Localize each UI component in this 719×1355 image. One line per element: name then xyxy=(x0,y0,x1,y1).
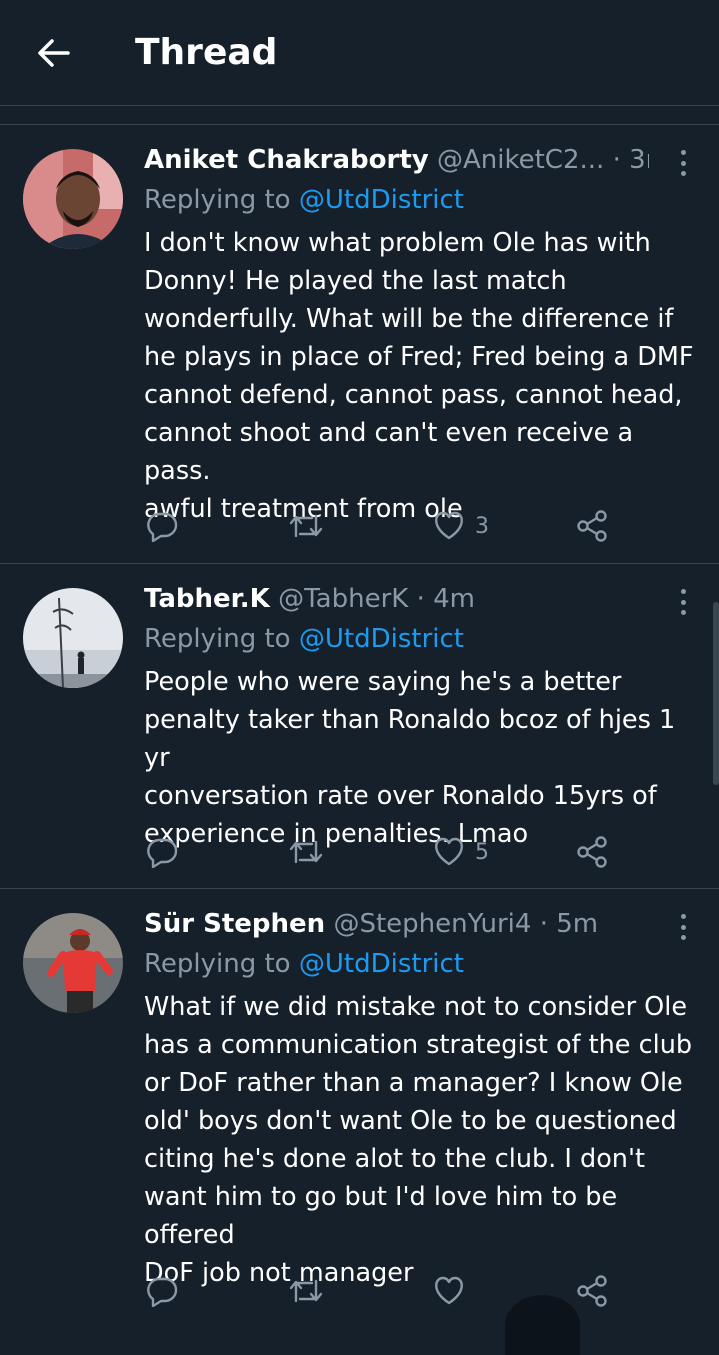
reply-button[interactable] xyxy=(146,832,178,872)
tweet-text: I don't know what problem Ole has with D… xyxy=(144,228,694,524)
back-button[interactable] xyxy=(30,30,76,76)
retweet-icon xyxy=(289,1279,323,1303)
separator-dot: · xyxy=(539,909,548,939)
timestamp[interactable]: 5m xyxy=(556,909,598,939)
divider xyxy=(0,563,719,564)
heart-icon xyxy=(435,511,463,540)
share-icon xyxy=(577,510,607,542)
divider xyxy=(0,124,719,125)
separator-dot: · xyxy=(416,584,425,614)
comment-icon xyxy=(147,1277,178,1307)
tweet-meta: Sür Stephen @StephenYuri4 · 5m xyxy=(144,904,649,944)
avatar[interactable] xyxy=(23,149,123,249)
heart-icon xyxy=(435,1276,463,1305)
share-button[interactable] xyxy=(576,1271,608,1311)
replying-to: Replying to @UtdDistrict xyxy=(144,944,464,984)
author-handle[interactable]: @StephenYuri4 xyxy=(333,909,531,939)
floating-shape xyxy=(505,1295,580,1355)
scrollbar[interactable] xyxy=(713,602,719,785)
retweet-icon xyxy=(289,840,323,864)
like-button[interactable]: 3 xyxy=(433,506,489,546)
retweet-button[interactable] xyxy=(288,832,324,872)
tweet-text: People who were saying he's a better pen… xyxy=(144,667,676,849)
share-icon xyxy=(577,836,607,868)
retweet-button[interactable] xyxy=(288,1271,324,1311)
mention-link[interactable]: @UtdDistrict xyxy=(299,624,464,654)
tweet-text: What if we did mistake not to consider O… xyxy=(144,992,693,1288)
tweet[interactable]: Tabher.K @TabherK · 4m Replying to @UtdD… xyxy=(0,579,719,869)
tweet[interactable]: Sür Stephen @StephenYuri4 · 5m Replying … xyxy=(0,904,719,1329)
reply-button[interactable] xyxy=(146,506,178,546)
tweet-actions: 5 xyxy=(0,832,719,872)
author-handle[interactable]: @TabherK xyxy=(278,584,408,614)
arrow-left-icon xyxy=(38,39,70,67)
comment-icon xyxy=(147,838,178,868)
more-options-button[interactable] xyxy=(671,146,695,180)
avatar[interactable] xyxy=(23,588,123,688)
replying-to-label: Replying to xyxy=(144,624,299,654)
tweet-actions: 3 xyxy=(0,506,719,546)
like-button[interactable] xyxy=(433,1271,475,1311)
mention-link[interactable]: @UtdDistrict xyxy=(299,185,464,215)
top-bar: Thread xyxy=(0,0,719,106)
replying-to-label: Replying to xyxy=(144,949,299,979)
replying-to-label: Replying to xyxy=(144,185,299,215)
more-options-button[interactable] xyxy=(671,585,695,619)
more-options-button[interactable] xyxy=(671,910,695,944)
reply-button[interactable] xyxy=(146,1271,178,1311)
more-vertical-icon xyxy=(680,150,686,155)
retweet-button[interactable] xyxy=(288,506,324,546)
divider xyxy=(0,888,719,889)
share-button[interactable] xyxy=(576,832,608,872)
heart-icon xyxy=(435,837,463,866)
tweet-actions xyxy=(0,1271,719,1311)
timestamp[interactable]: 4m xyxy=(433,584,475,614)
like-button[interactable]: 5 xyxy=(433,832,489,872)
tweet-meta: Aniket Chakraborty @AniketC2... · 3m xyxy=(144,140,649,180)
page-title: Thread xyxy=(135,32,278,73)
more-vertical-icon xyxy=(680,589,686,594)
separator-dot: · xyxy=(612,145,621,175)
mention-link[interactable]: @UtdDistrict xyxy=(299,949,464,979)
like-count: 3 xyxy=(475,513,489,539)
retweet-icon xyxy=(289,514,323,538)
like-count: 5 xyxy=(475,839,489,865)
comment-icon xyxy=(147,512,178,542)
timestamp[interactable]: 3m xyxy=(629,145,649,175)
author-name[interactable]: Aniket Chakraborty xyxy=(144,145,429,175)
replying-to: Replying to @UtdDistrict xyxy=(144,180,464,220)
author-name[interactable]: Sür Stephen xyxy=(144,909,325,939)
more-vertical-icon xyxy=(680,914,686,919)
replying-to: Replying to @UtdDistrict xyxy=(144,619,464,659)
tweet[interactable]: Aniket Chakraborty @AniketC2... · 3m Rep… xyxy=(0,140,719,545)
avatar[interactable] xyxy=(23,913,123,1013)
author-handle[interactable]: @AniketC2... xyxy=(437,145,604,175)
share-button[interactable] xyxy=(576,506,608,546)
share-icon xyxy=(577,1275,607,1307)
tweet-meta: Tabher.K @TabherK · 4m xyxy=(144,579,649,619)
author-name[interactable]: Tabher.K xyxy=(144,584,270,614)
